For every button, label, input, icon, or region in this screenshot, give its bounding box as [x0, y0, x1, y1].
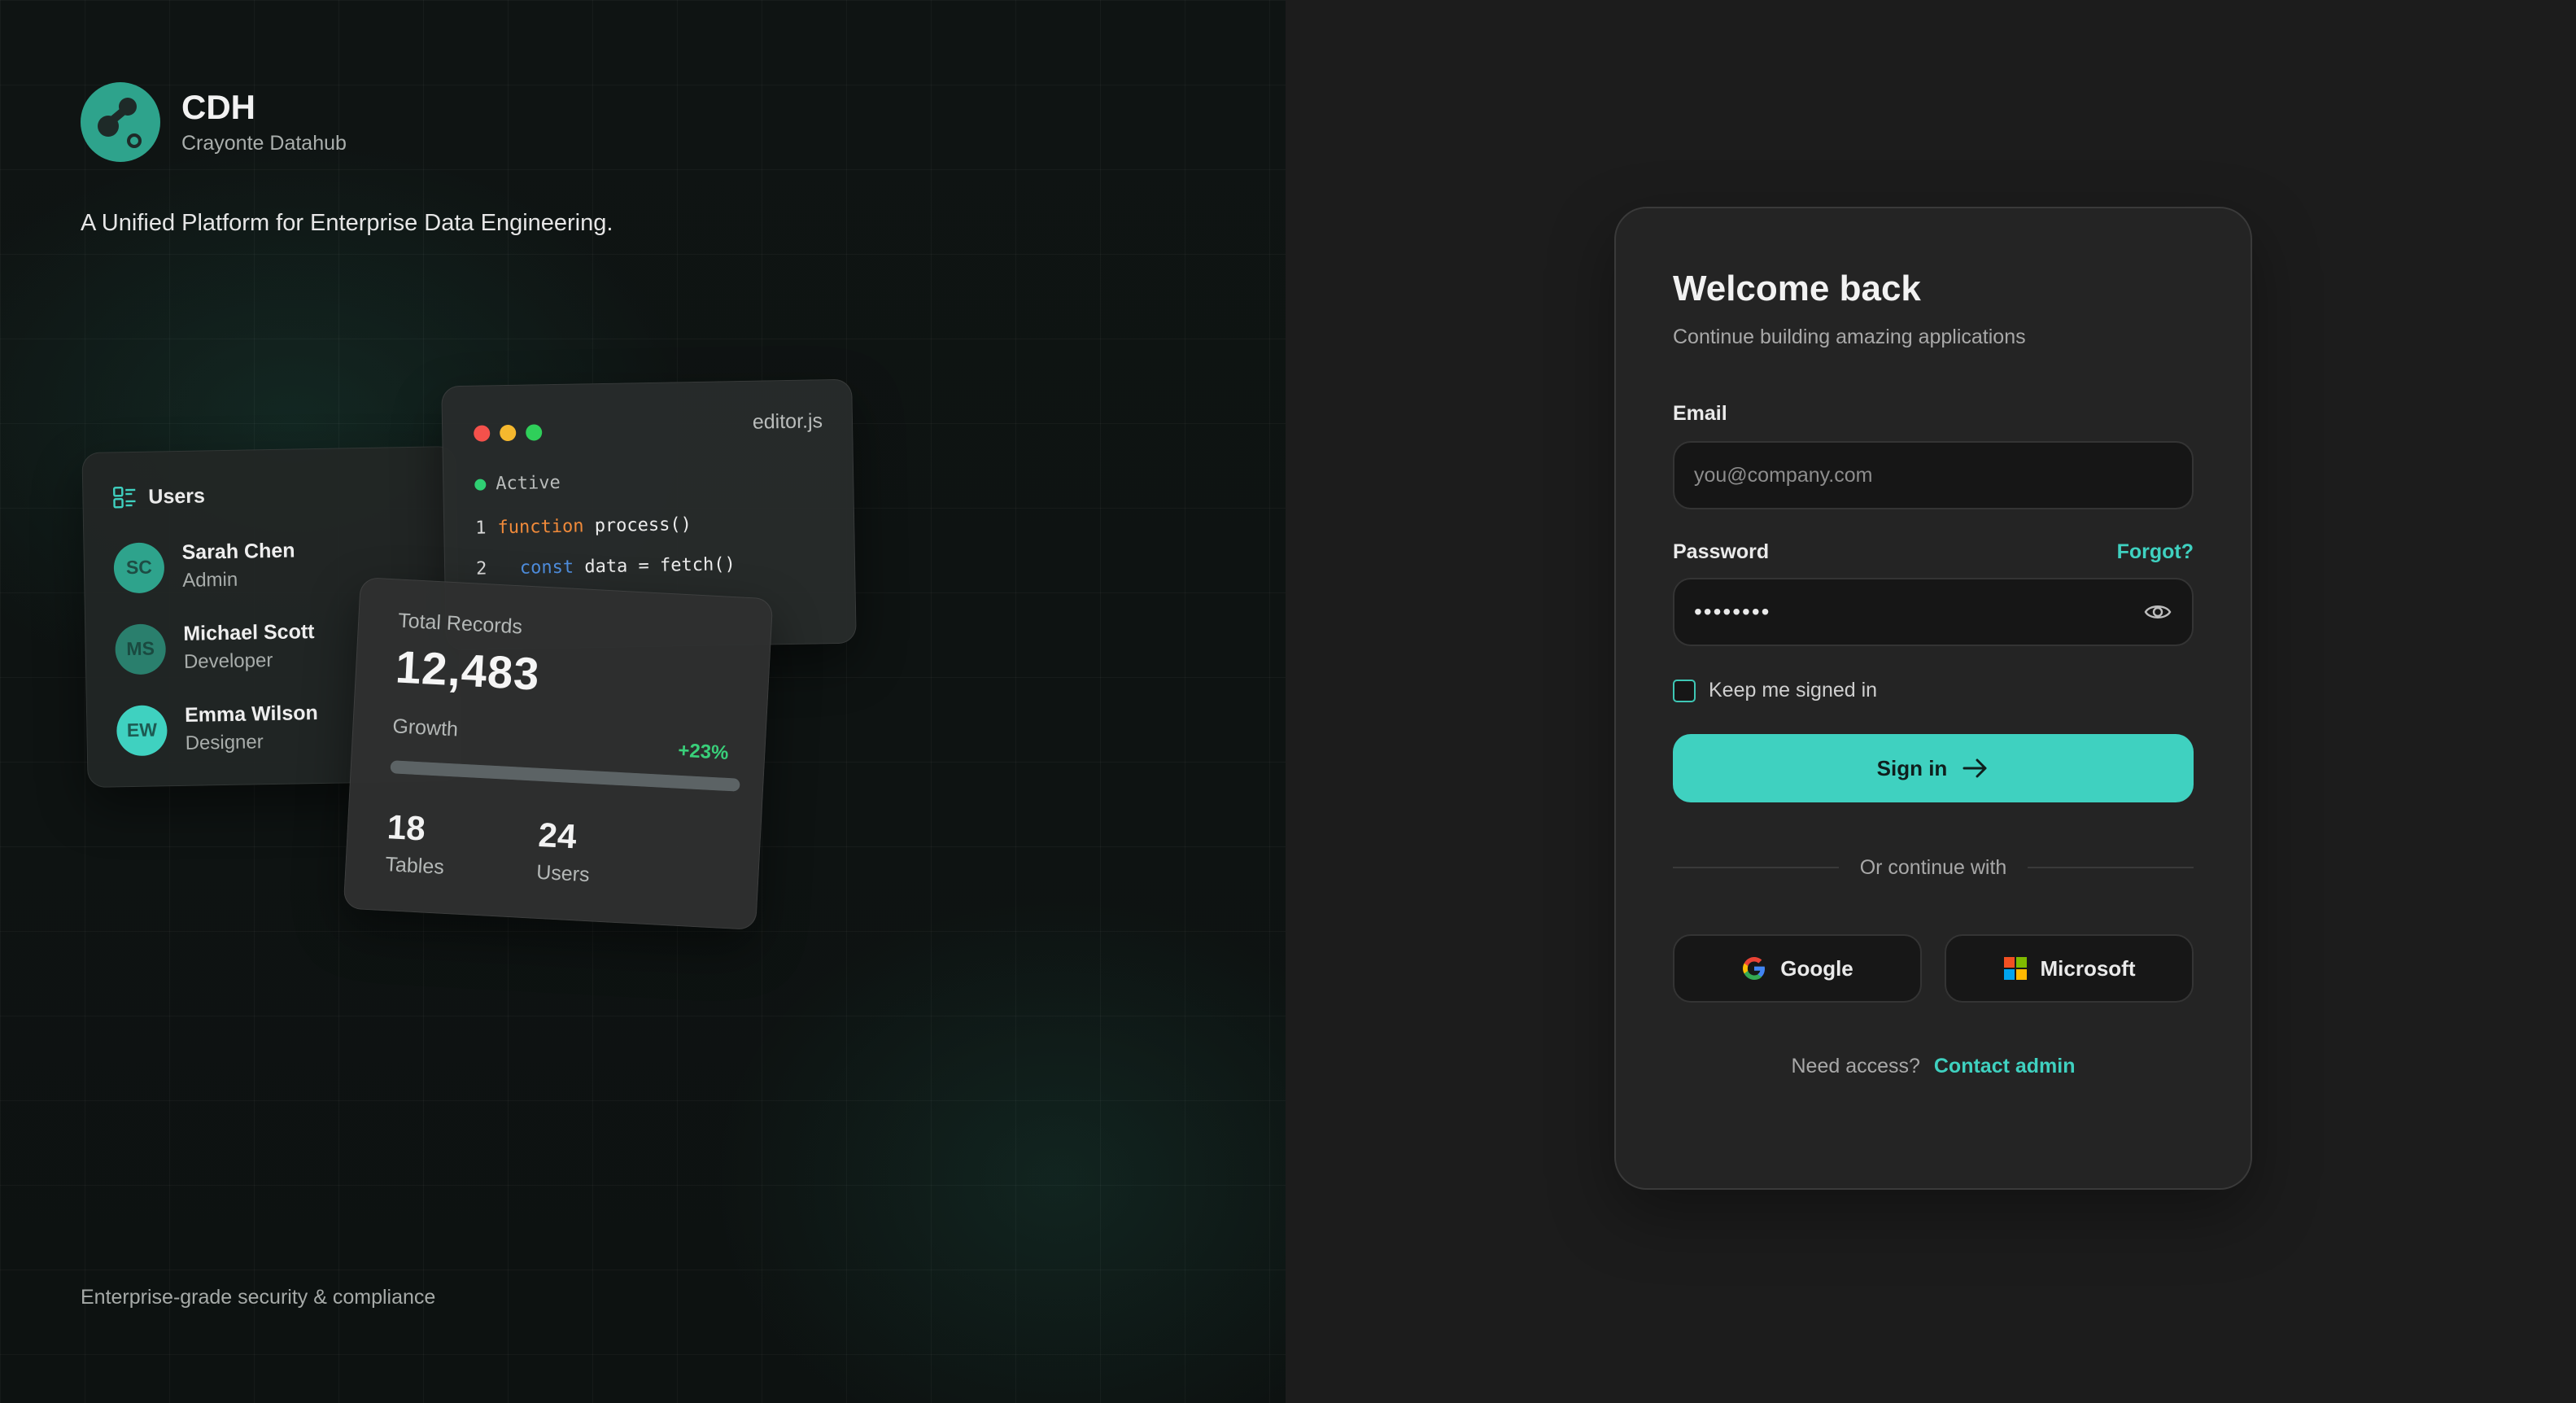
security-note: Enterprise-grade security & compliance [81, 1286, 436, 1309]
user-name: Michael Scott [183, 620, 315, 645]
contact-admin-link[interactable]: Contact admin [1934, 1055, 2076, 1077]
user-role: Admin [181, 568, 238, 592]
line-number: 2 [475, 558, 487, 579]
growth-bar-fill [390, 760, 740, 792]
divider-text: Or continue with [1859, 855, 2007, 879]
growth-value: +23% [677, 739, 730, 764]
brand-text: CDH Crayonte Datahub [181, 89, 347, 155]
tables-label: Tables [384, 853, 445, 879]
users-value: 24 [537, 815, 578, 856]
login-panel: Welcome back Continue building amazing a… [1286, 0, 2576, 1403]
need-access: Need access? Contact admin [1616, 1055, 2251, 1078]
tagline: A Unified Platform for Enterprise Data E… [81, 210, 613, 236]
brand-subtitle: Crayonte Datahub [181, 131, 347, 155]
divider: Or continue with [1673, 855, 2194, 880]
sign-in-label: Sign in [1876, 755, 1948, 780]
arrow-right-icon [1963, 758, 1987, 778]
microsoft-icon [2003, 957, 2027, 980]
close-dot-icon [474, 425, 491, 442]
stats-card: Total Records 12,483 Growth +23% 18 Tabl… [343, 576, 774, 931]
status-text: Active [496, 472, 561, 495]
user-name: Emma Wilson [184, 702, 319, 727]
total-records-label: Total Records [397, 609, 523, 639]
maximize-dot-icon [526, 424, 543, 441]
password-field[interactable] [1673, 578, 2194, 646]
user-row: EW Emma Wilson Designer [116, 702, 319, 756]
users-card-title: Users [148, 483, 206, 509]
code-text: data = fetch() [573, 554, 736, 578]
user-role: Designer [185, 731, 264, 754]
code-keyword: const [519, 557, 574, 579]
avatar: EW [116, 704, 168, 756]
code-keyword: function [497, 516, 584, 539]
code-line: 2 const data = fetch() [476, 554, 736, 579]
google-label: Google [1780, 955, 1853, 981]
minimize-dot-icon [500, 424, 517, 442]
divider-line [1673, 867, 1839, 868]
brand-name: CDH [181, 88, 255, 127]
line-number: 1 [475, 518, 487, 539]
email-field[interactable] [1673, 441, 2194, 509]
remember-checkbox[interactable] [1673, 679, 1696, 702]
login-subtitle: Continue building amazing applications [1673, 326, 2026, 348]
google-icon [1743, 957, 1766, 980]
total-records-value: 12,483 [394, 640, 542, 700]
brand-header: CDH Crayonte Datahub [81, 82, 347, 162]
showcase-panel: CDH Crayonte Datahub A Unified Platform … [0, 0, 1286, 1403]
login-card: Welcome back Continue building amazing a… [1614, 207, 2252, 1190]
email-label: Email [1673, 402, 1727, 425]
login-title: Welcome back [1673, 269, 1921, 308]
need-access-text: Need access? [1791, 1055, 1920, 1077]
divider-line [2028, 867, 2194, 868]
user-row: MS Michael Scott Developer [115, 620, 315, 675]
editor-filename: editor.js [752, 409, 823, 434]
tables-value: 18 [386, 807, 426, 848]
google-button[interactable]: Google [1673, 934, 1922, 1003]
user-role: Developer [183, 649, 273, 673]
microsoft-label: Microsoft [2040, 955, 2136, 981]
avatar: SC [113, 541, 165, 593]
logo-icon [81, 82, 160, 162]
remember-label: Keep me signed in [1709, 679, 1878, 702]
password-label: Password [1673, 540, 1770, 563]
code-line: 1 function process() [475, 514, 692, 539]
users-label: Users [535, 860, 591, 887]
code-text: process() [583, 514, 692, 537]
window-dots [474, 424, 543, 442]
editor-status: Active [474, 473, 561, 495]
growth-bar [390, 760, 740, 792]
list-icon [113, 487, 136, 509]
sign-in-button[interactable]: Sign in [1673, 734, 2194, 802]
microsoft-button[interactable]: Microsoft [1945, 934, 2194, 1003]
user-name: Sarah Chen [181, 539, 295, 564]
eye-icon[interactable] [2143, 597, 2172, 627]
user-row: SC Sarah Chen Admin [113, 539, 295, 593]
users-card-header: Users [112, 483, 205, 509]
growth-label: Growth [391, 715, 459, 741]
remember-me: Keep me signed in [1673, 679, 1877, 702]
forgot-password-link[interactable]: Forgot? [2117, 540, 2194, 564]
avatar: MS [115, 623, 167, 675]
status-dot-icon [474, 478, 487, 491]
login-page: CDH Crayonte Datahub A Unified Platform … [0, 0, 2576, 1403]
